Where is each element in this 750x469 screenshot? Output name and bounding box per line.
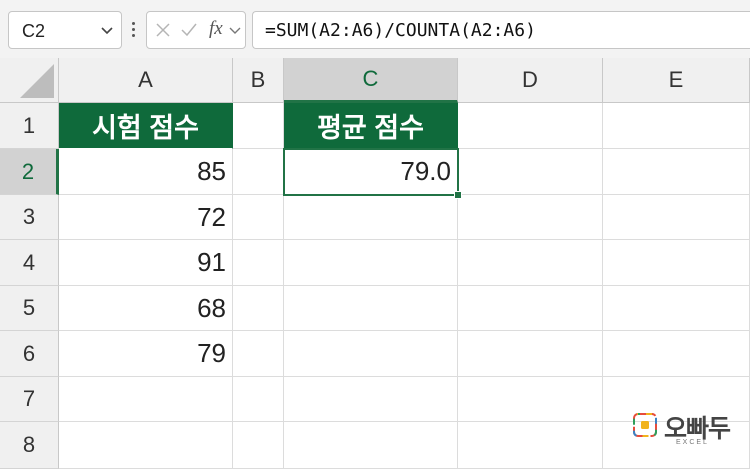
cell-b4[interactable] [233,240,284,286]
cell-b2[interactable] [233,149,284,195]
cell-a6[interactable]: 79 [59,331,233,377]
logo-mark-icon [633,413,657,437]
more-options-icon[interactable] [128,19,138,41]
name-box[interactable]: C2 [8,11,122,49]
select-all-button[interactable] [0,58,59,103]
row-header-4[interactable]: 4 [0,240,59,286]
cell-a7[interactable] [59,377,233,422]
cell-a2[interactable]: 85 [59,149,233,195]
name-box-value: C2 [22,21,46,41]
cell-d8[interactable] [458,422,603,469]
row-header-1[interactable]: 1 [0,103,59,149]
cell-d7[interactable] [458,377,603,422]
cell-d5[interactable] [458,286,603,331]
cell-a1[interactable]: 시험 점수 [59,103,233,149]
chevron-down-icon[interactable] [97,20,117,40]
cell-b1[interactable] [233,103,284,149]
row-header-8[interactable]: 8 [0,422,59,469]
cell-b3[interactable] [233,195,284,240]
logo-sub-text: EXCEL [676,439,709,446]
cell-d1[interactable] [458,103,603,149]
cell-d4[interactable] [458,240,603,286]
cell-e1[interactable] [603,103,750,149]
row-header-2[interactable]: 2 [0,149,59,195]
cell-a8[interactable] [59,422,233,469]
row-header-7[interactable]: 7 [0,377,59,422]
cell-e6[interactable] [603,331,750,377]
cell-c7[interactable] [284,377,458,422]
cell-c4[interactable] [284,240,458,286]
column-header-b[interactable]: B [233,58,284,103]
cell-d6[interactable] [458,331,603,377]
cell-d2[interactable] [458,149,603,195]
cell-e4[interactable] [603,240,750,286]
cell-c8[interactable] [284,422,458,469]
fill-handle[interactable] [454,191,462,199]
cell-c3[interactable] [284,195,458,240]
cell-c6[interactable] [284,331,458,377]
cell-b5[interactable] [233,286,284,331]
column-header-c[interactable]: C [284,58,458,103]
formula-bar: C2 fx =SUM(A2:A6)/COUNTA(A2:A6) [0,0,750,58]
enter-check-icon[interactable] [179,20,199,40]
cell-e5[interactable] [603,286,750,331]
formula-buttons: fx [146,11,246,49]
cell-e3[interactable] [603,195,750,240]
column-header-a[interactable]: A [59,58,233,103]
cell-a5[interactable]: 68 [59,286,233,331]
insert-function-button[interactable]: fx [209,18,223,40]
cell-b7[interactable] [233,377,284,422]
formula-text: =SUM(A2:A6)/COUNTA(A2:A6) [265,20,536,41]
cell-e2[interactable] [603,149,750,195]
formula-input[interactable]: =SUM(A2:A6)/COUNTA(A2:A6) [252,11,750,49]
oppadu-logo: 오빠두 EXCEL [630,407,740,457]
column-header-d[interactable]: D [458,58,603,103]
column-header-e[interactable]: E [603,58,750,103]
cell-a4[interactable]: 91 [59,240,233,286]
row-header-3[interactable]: 3 [0,195,59,240]
cell-b8[interactable] [233,422,284,469]
cell-c1[interactable]: 평균 점수 [284,103,458,149]
row-header-6[interactable]: 6 [0,331,59,377]
cell-a3[interactable]: 72 [59,195,233,240]
cell-c5[interactable] [284,286,458,331]
row-header-5[interactable]: 5 [0,286,59,331]
cancel-icon[interactable] [153,20,173,40]
chevron-down-icon[interactable] [227,20,243,40]
cell-c2[interactable]: 79.0 [284,149,458,195]
cell-b6[interactable] [233,331,284,377]
cell-d3[interactable] [458,195,603,240]
